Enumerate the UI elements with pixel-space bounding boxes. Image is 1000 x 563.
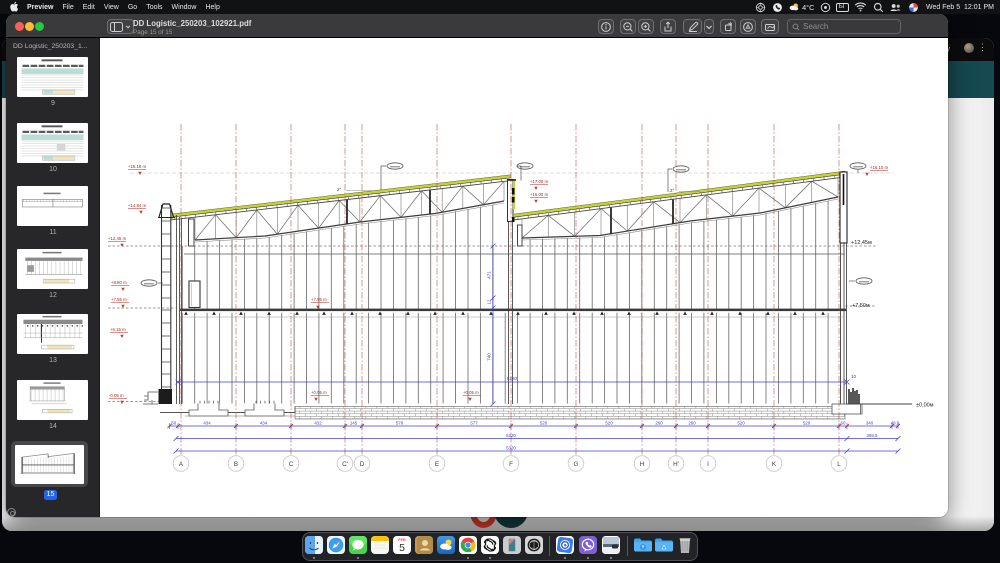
svg-text:2°: 2° bbox=[670, 188, 675, 193]
svg-text:340: 340 bbox=[866, 420, 874, 425]
svg-text:740: 740 bbox=[487, 353, 492, 361]
svg-text:520: 520 bbox=[540, 420, 548, 425]
svg-text:+16.10 m: +16.10 m bbox=[870, 165, 888, 170]
svg-text:+8.80 m: +8.80 m bbox=[111, 280, 127, 285]
svg-text:G: G bbox=[574, 461, 579, 468]
svg-text:H: H bbox=[640, 461, 645, 468]
svg-text:578: 578 bbox=[396, 420, 404, 425]
svg-text:H': H' bbox=[673, 461, 679, 468]
svg-text:E: E bbox=[435, 461, 439, 468]
svg-text:520: 520 bbox=[605, 420, 613, 425]
svg-text:+17.00 m: +17.00 m bbox=[530, 179, 548, 184]
svg-text:+0.05 m: +0.05 m bbox=[311, 390, 327, 395]
svg-text:434: 434 bbox=[203, 420, 211, 425]
svg-text:+12,45 m: +12,45 m bbox=[108, 236, 126, 241]
svg-text:12: 12 bbox=[487, 299, 492, 304]
svg-text:-0.05 m: -0.05 m bbox=[109, 393, 124, 398]
svg-text:49.5: 49.5 bbox=[891, 420, 900, 425]
svg-text:C': C' bbox=[342, 461, 348, 468]
svg-text:60: 60 bbox=[171, 420, 176, 425]
svg-text:+12,45м: +12,45м bbox=[851, 240, 872, 246]
svg-text:5280: 5280 bbox=[507, 376, 518, 381]
svg-text:5: 5 bbox=[399, 542, 405, 554]
svg-text:5320: 5320 bbox=[506, 445, 516, 450]
svg-text:+16.18 m: +16.18 m bbox=[128, 164, 146, 169]
svg-text:5320: 5320 bbox=[506, 433, 516, 438]
svg-text:L: L bbox=[837, 461, 841, 468]
svg-text:520: 520 bbox=[803, 420, 811, 425]
svg-text:60: 60 bbox=[841, 420, 846, 425]
svg-text:432: 432 bbox=[314, 420, 322, 425]
svg-text:+6.15 m: +6.15 m bbox=[110, 327, 126, 332]
svg-text:520: 520 bbox=[737, 420, 745, 425]
svg-text:2°: 2° bbox=[337, 187, 342, 192]
svg-text:+7.55 m: +7.55 m bbox=[111, 297, 127, 302]
svg-text:+14.84 m: +14.84 m bbox=[128, 203, 146, 208]
svg-text:I: I bbox=[707, 461, 709, 468]
svg-text:+7.55 m: +7.55 m bbox=[311, 297, 327, 302]
svg-text:B: B bbox=[234, 461, 238, 468]
svg-text:434: 434 bbox=[260, 420, 268, 425]
svg-text:C: C bbox=[289, 461, 294, 468]
svg-text:145: 145 bbox=[350, 420, 358, 425]
svg-text:D: D bbox=[360, 461, 365, 468]
svg-text:+16.00 m: +16.00 m bbox=[530, 192, 548, 197]
svg-text:471: 471 bbox=[487, 271, 492, 279]
svg-text:F: F bbox=[509, 461, 513, 468]
svg-text:260: 260 bbox=[688, 420, 696, 425]
svg-text:±0,00м: ±0,00м bbox=[916, 403, 934, 409]
svg-text:369.5: 369.5 bbox=[867, 433, 879, 438]
svg-text:+7,50м: +7,50м bbox=[852, 303, 870, 309]
svg-text:+0.05 m: +0.05 m bbox=[463, 390, 479, 395]
svg-text:260: 260 bbox=[655, 420, 663, 425]
svg-text:10: 10 bbox=[851, 374, 857, 379]
svg-text:577: 577 bbox=[470, 420, 478, 425]
